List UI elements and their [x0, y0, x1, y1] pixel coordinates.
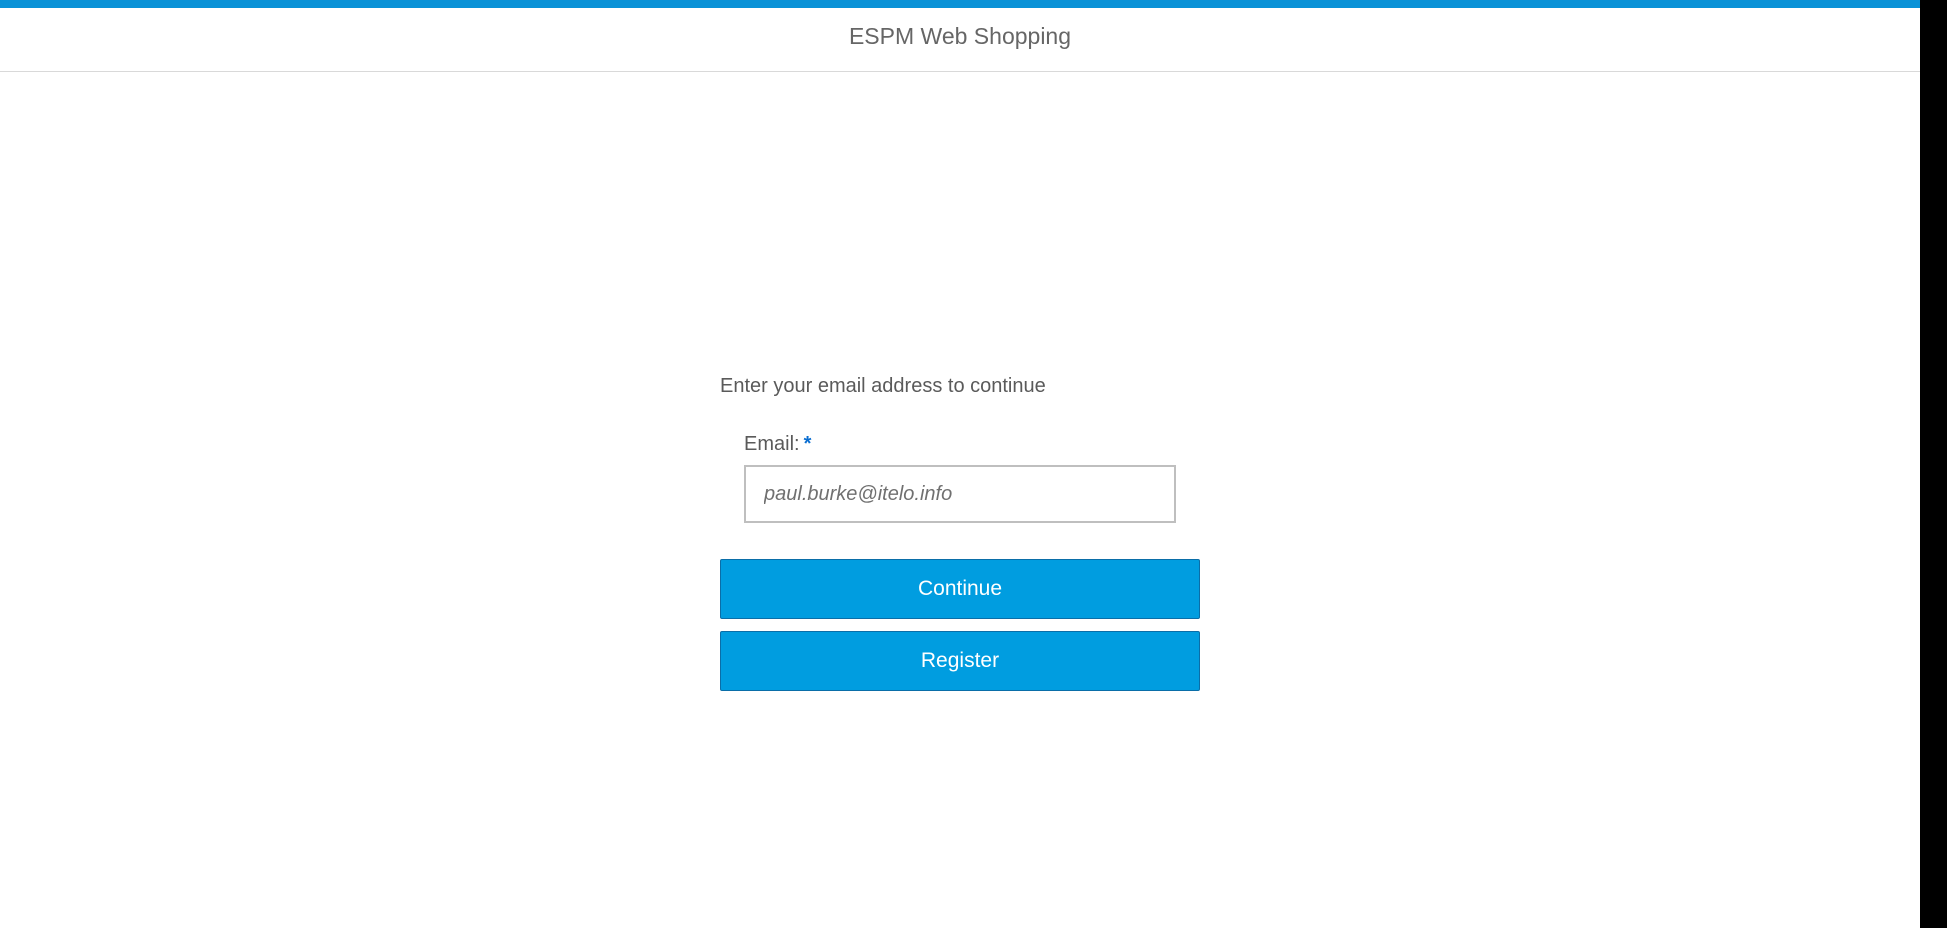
login-prompt: Enter your email address to continue — [720, 375, 1046, 397]
register-button[interactable]: Register — [720, 631, 1200, 691]
required-marker: * — [803, 433, 812, 455]
app-title: ESPM Web Shopping — [848, 23, 1072, 49]
accent-bar — [0, 0, 1920, 8]
email-label: Email: * — [744, 430, 1200, 458]
login-panel: Enter your email address to continue Ema… — [720, 372, 1200, 691]
continue-button[interactable]: Continue — [720, 559, 1200, 619]
email-label-text: Email: — [744, 433, 800, 455]
app-header: ESPM Web Shopping — [0, 8, 1920, 72]
email-field-group: Email: * — [720, 430, 1200, 523]
email-input[interactable] — [744, 465, 1176, 523]
app-viewport: ESPM Web Shopping Enter your email addre… — [0, 0, 1920, 928]
